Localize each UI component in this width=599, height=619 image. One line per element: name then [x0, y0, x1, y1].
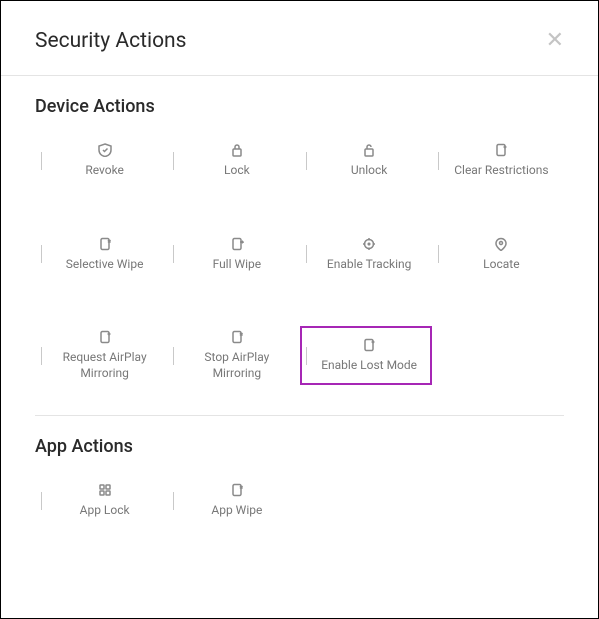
divider [41, 347, 42, 365]
apps-icon [98, 483, 112, 497]
action-label: Request AirPlay Mirroring [48, 350, 161, 381]
action-label: Revoke [85, 163, 124, 179]
action-body: Stop AirPlay Mirroring [180, 330, 293, 381]
action-body: Selective Wipe [48, 237, 161, 273]
action-label: App Lock [80, 503, 130, 519]
action-full-wipe[interactable]: Full Wipe [167, 233, 299, 277]
action-body: Request AirPlay Mirroring [48, 330, 161, 381]
pin-icon [494, 237, 508, 251]
action-label: Stop AirPlay Mirroring [180, 350, 293, 381]
device-actions-section: Device Actions Revoke Lock Unlock [1, 76, 598, 411]
divider [306, 347, 307, 365]
lock-icon [230, 143, 244, 157]
target-icon [362, 237, 376, 251]
action-body: Unlock [313, 143, 426, 179]
action-enable-lost-mode[interactable]: Enable Lost Mode [300, 326, 432, 385]
action-locate[interactable]: Locate [432, 233, 564, 277]
divider [438, 245, 439, 263]
action-body: Enable Tracking [313, 237, 426, 273]
device-actions-title: Device Actions [35, 96, 564, 117]
divider [306, 245, 307, 263]
action-unlock[interactable]: Unlock [300, 139, 432, 183]
action-body: Locate [445, 237, 558, 273]
phone-cross-icon [230, 483, 244, 497]
action-body: Lock [180, 143, 293, 179]
app-actions-title: App Actions [35, 436, 564, 457]
close-icon[interactable]: ✕ [546, 30, 564, 52]
divider [41, 152, 42, 170]
action-label: App Wipe [211, 503, 262, 519]
action-body: Full Wipe [180, 237, 293, 273]
action-body: Revoke [48, 143, 161, 179]
phone-arrow-icon [230, 237, 244, 251]
app-actions-section: App Actions App Lock App Wipe [1, 416, 598, 549]
action-label: Selective Wipe [66, 257, 144, 273]
action-label: Enable Tracking [327, 257, 411, 273]
action-request-airplay[interactable]: Request AirPlay Mirroring [35, 326, 167, 385]
phone-cross-icon [230, 330, 244, 344]
action-body: App Wipe [180, 483, 293, 519]
action-selective-wipe[interactable]: Selective Wipe [35, 233, 167, 277]
divider [41, 492, 42, 510]
action-app-wipe[interactable]: App Wipe [167, 479, 299, 523]
action-label: Full Wipe [213, 257, 262, 273]
divider [173, 245, 174, 263]
action-label: Lock [224, 163, 250, 179]
phone-plus-icon [98, 330, 112, 344]
action-clear-restrictions[interactable]: Clear Restrictions [432, 139, 564, 183]
action-app-lock[interactable]: App Lock [35, 479, 167, 523]
action-body: App Lock [48, 483, 161, 519]
divider [438, 152, 439, 170]
action-body: Enable Lost Mode [313, 338, 426, 374]
phone-plus-icon [362, 338, 376, 352]
action-label: Unlock [351, 163, 388, 179]
divider [173, 152, 174, 170]
app-actions-grid: App Lock App Wipe [35, 479, 564, 549]
divider [41, 245, 42, 263]
action-body: Clear Restrictions [445, 143, 558, 179]
phone-plus-icon [494, 143, 508, 157]
action-revoke[interactable]: Revoke [35, 139, 167, 183]
unlock-icon [362, 143, 376, 157]
phone-cross-icon [98, 237, 112, 251]
modal-title: Security Actions [35, 29, 187, 53]
shield-check-icon [98, 143, 112, 157]
action-label: Clear Restrictions [454, 163, 548, 179]
action-lock[interactable]: Lock [167, 139, 299, 183]
divider [306, 152, 307, 170]
action-enable-tracking[interactable]: Enable Tracking [300, 233, 432, 277]
divider [173, 492, 174, 510]
divider [173, 347, 174, 365]
action-stop-airplay[interactable]: Stop AirPlay Mirroring [167, 326, 299, 385]
action-label: Enable Lost Mode [321, 358, 417, 374]
device-actions-grid: Revoke Lock Unlock Clear Restrictions [35, 139, 564, 411]
modal-header: Security Actions ✕ [1, 1, 598, 75]
action-label: Locate [483, 257, 519, 273]
